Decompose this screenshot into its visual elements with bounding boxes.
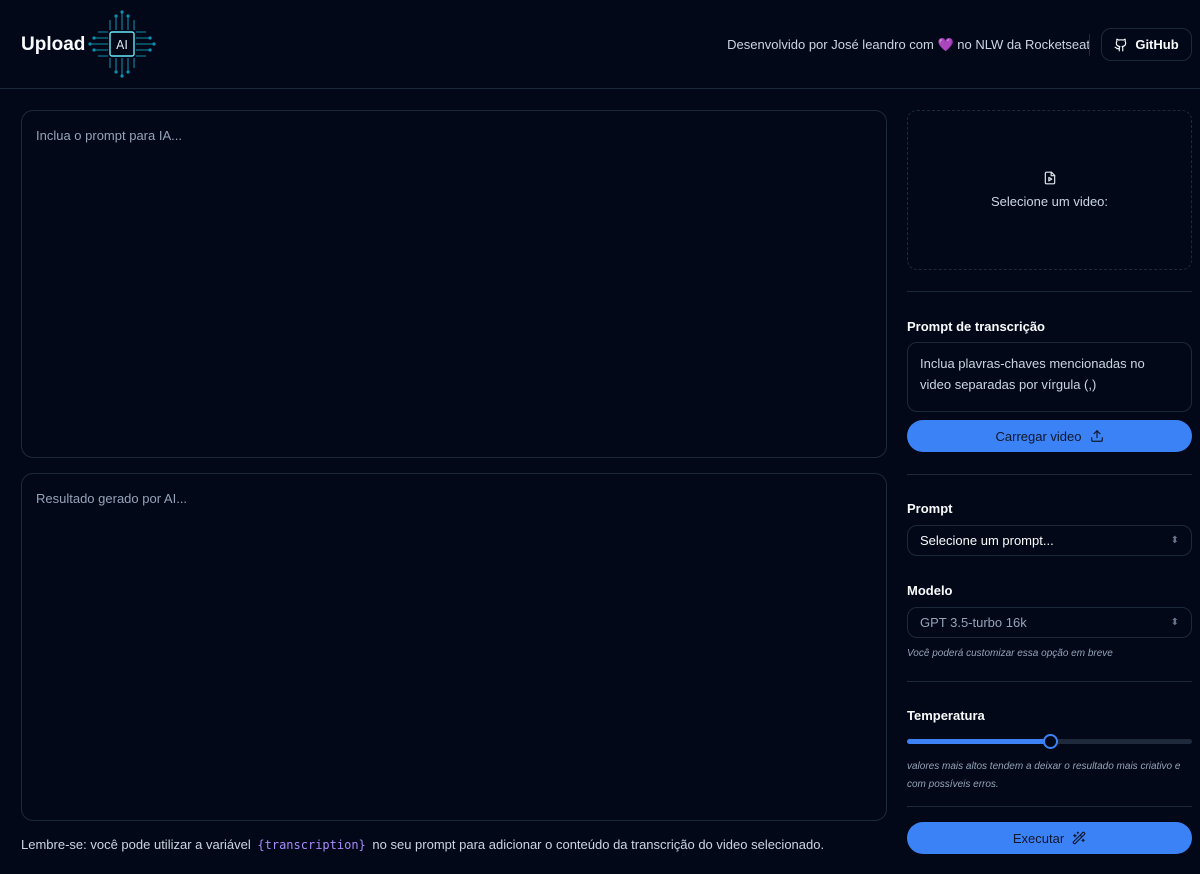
transcription-variable: {transcription} — [257, 838, 366, 852]
magic-wand-icon — [1072, 831, 1086, 845]
heart-icon: 💜 — [937, 37, 954, 52]
github-icon — [1114, 38, 1127, 51]
prompt-placeholder: Inclua o prompt para IA... — [36, 128, 182, 143]
separator — [907, 806, 1192, 807]
footnote-after: no seu prompt para adicionar o conteúdo … — [372, 837, 825, 852]
upload-icon — [1090, 430, 1103, 442]
prompt-select-value: Selecione um prompt... — [920, 533, 1054, 548]
header-divider — [1089, 34, 1090, 56]
credit-after: no NLW da Rocketseat — [957, 37, 1090, 52]
video-dropzone[interactable]: Selecione um video: — [907, 110, 1192, 270]
execute-button[interactable]: Executar — [907, 822, 1192, 854]
separator — [907, 681, 1192, 682]
video-select-label: Selecione um video: — [990, 194, 1109, 209]
chevron-up-down-icon: ⬍ — [1170, 535, 1179, 546]
transcription-placeholder: Inclua plavras-chaves mencionadas no vid… — [920, 356, 1145, 392]
github-button[interactable]: GitHub — [1101, 28, 1192, 61]
model-select[interactable]: GPT 3.5-turbo 16k ⬍ — [907, 607, 1192, 638]
result-placeholder: Resultado gerado por AI... — [36, 491, 188, 506]
slider-range — [907, 739, 1050, 744]
prompt-select[interactable]: Selecione um prompt... ⬍ — [907, 525, 1192, 556]
ai-chip-logo: AI — [88, 10, 156, 78]
github-label: GitHub — [1135, 37, 1179, 52]
logo-text: AI — [116, 38, 128, 52]
prompt-textarea[interactable]: Inclua o prompt para IA... — [21, 110, 887, 458]
separator — [907, 291, 1192, 292]
result-textarea[interactable]: Resultado gerado por AI... — [21, 473, 887, 821]
transcription-hint: Lembre-se: você pode utilizar a variável… — [21, 837, 824, 852]
chevron-up-down-icon: ⬍ — [1170, 617, 1179, 628]
credit-text: Desenvolvido por José leandro com 💜 no N… — [727, 37, 1090, 53]
credit-before: Desenvolvido por José leandro com — [727, 37, 934, 52]
temperature-slider[interactable] — [907, 734, 1192, 749]
brand-title: Upload — [21, 34, 86, 55]
upload-video-button[interactable]: Carregar video — [907, 420, 1192, 452]
transcription-prompt-input[interactable]: Inclua plavras-chaves mencionadas no vid… — [907, 342, 1192, 412]
temperature-label: Temperatura — [907, 708, 985, 723]
file-video-icon — [1044, 171, 1055, 185]
app-header: Upload AI Desenvolvido por José leandro … — [0, 0, 1200, 89]
separator — [907, 474, 1192, 475]
temperature-hint: valores mais altos tendem a deixar o res… — [907, 761, 1181, 790]
model-label: Modelo — [907, 583, 953, 598]
model-hint: Você poderá customizar essa opção em bre… — [907, 648, 1113, 659]
prompt-label: Prompt — [907, 501, 953, 516]
execute-button-label: Executar — [1012, 830, 1065, 846]
model-select-value: GPT 3.5-turbo 16k — [920, 615, 1027, 630]
slider-thumb[interactable] — [1042, 734, 1058, 749]
upload-button-label: Carregar video — [995, 428, 1082, 444]
transcription-prompt-label: Prompt de transcrição — [907, 319, 1045, 334]
footnote-before: Lembre-se: você pode utilizar a variável — [21, 837, 251, 852]
